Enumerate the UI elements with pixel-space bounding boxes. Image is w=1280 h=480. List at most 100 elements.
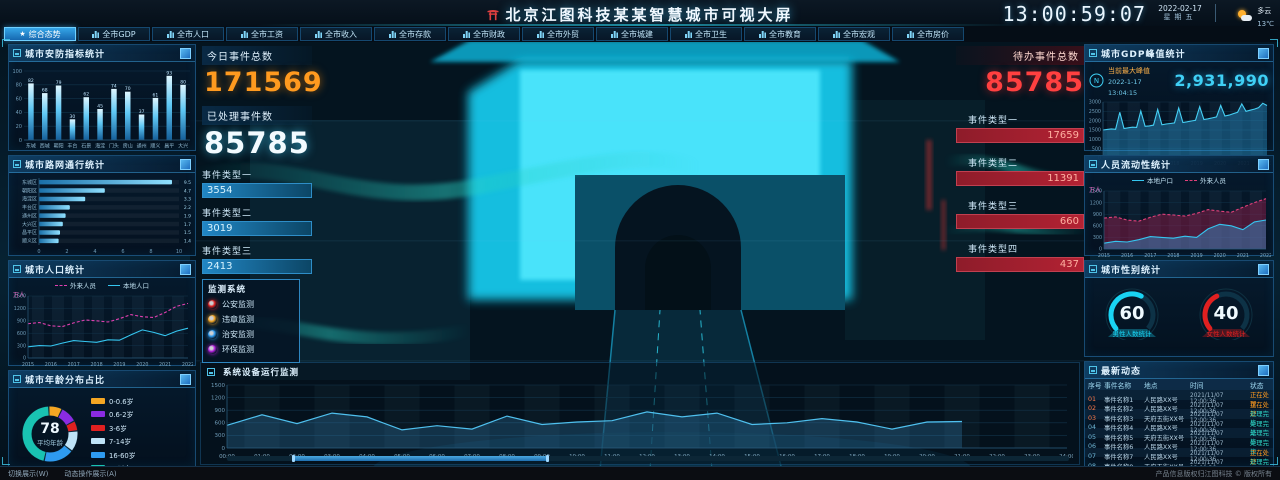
news-col-header: 状态 xyxy=(1250,381,1264,390)
copyright-text: 产品信息版权归江图科技 © 版权所有 xyxy=(1155,469,1272,478)
tab-label: 全市房价 xyxy=(917,29,949,39)
svg-text:2021: 2021 xyxy=(159,362,171,368)
svg-text:海淀: 海淀 xyxy=(95,143,105,150)
nav-tab-12[interactable]: 全市宏观 xyxy=(818,27,890,41)
chart-range-slider[interactable] xyxy=(227,455,1069,462)
svg-text:2: 2 xyxy=(65,249,68,255)
event-type-bar: 3554 xyxy=(202,183,312,198)
tab-label: 全市存款 xyxy=(399,29,431,39)
svg-text:通州区: 通州区 xyxy=(22,212,37,219)
tab-label: 全市工资 xyxy=(251,29,283,39)
svg-text:4.7: 4.7 xyxy=(184,188,191,194)
expand-icon[interactable] xyxy=(180,263,191,275)
svg-text:石景: 石景 xyxy=(81,143,91,150)
age-legend-item: 7-14岁 xyxy=(91,436,191,446)
legend-item: 外来人员 xyxy=(55,280,96,290)
svg-text:300: 300 xyxy=(1093,235,1102,241)
news-no: 02 xyxy=(1088,405,1097,413)
nav-tab-8[interactable]: 全市外贸 xyxy=(522,27,594,41)
svg-text:82: 82 xyxy=(28,78,34,84)
nav-tab-13[interactable]: 全市房价 xyxy=(892,27,964,41)
legend-label: 0.6-2岁 xyxy=(109,411,134,419)
svg-text:68: 68 xyxy=(42,88,48,94)
svg-text:300: 300 xyxy=(215,433,226,439)
gender-stats-panel: 城市性别统计 60 男性人数统计 40 女性人数统计 xyxy=(1084,260,1274,357)
panel-title: 城市GDP峰值统计 xyxy=(1101,49,1186,60)
gender-gauge: 60 男性人数统计 xyxy=(1090,282,1174,342)
nav-tab-10[interactable]: 全市卫生 xyxy=(670,27,742,41)
footer-bar: 切换展示(W) 动态操作展示(A) 产品信息版权归江图科技 © 版权所有 xyxy=(0,466,1280,480)
news-no: 06 xyxy=(1088,443,1097,451)
expand-icon[interactable] xyxy=(180,158,191,170)
event-type-label: 事件类型二 xyxy=(968,159,1019,169)
svg-text:0: 0 xyxy=(23,356,26,362)
svg-text:2018: 2018 xyxy=(1167,253,1179,259)
expand-icon[interactable] xyxy=(1258,158,1269,170)
tab-label: 全市收入 xyxy=(325,29,357,39)
nav-tab-1[interactable]: ★ 综合态势 xyxy=(4,27,76,41)
pending-total-value: 85785 xyxy=(985,67,1084,98)
news-place: 人民路XX号 xyxy=(1144,444,1178,452)
expand-icon[interactable] xyxy=(1258,47,1269,59)
svg-text:0: 0 xyxy=(1099,247,1102,253)
news-col-header: 时间 xyxy=(1190,381,1204,390)
news-place: 人民路XX号 xyxy=(1144,425,1178,433)
svg-text:79: 79 xyxy=(56,80,62,86)
event-type-bar: 3019 xyxy=(202,221,312,236)
event-type-item: 事件类型一 17659 xyxy=(956,113,1084,143)
legend-item: 本地户口 xyxy=(1132,175,1173,185)
svg-text:通州: 通州 xyxy=(137,143,147,150)
news-place: 人民路XX号 xyxy=(1144,454,1178,462)
legend-label: 16-60岁 xyxy=(109,451,136,460)
news-name: 事件名称4 xyxy=(1104,425,1134,433)
device-line-chart: 03006009001200150000:0001:0002:0003:0004… xyxy=(201,378,1079,464)
nav-tab-5[interactable]: 全市收入 xyxy=(300,27,372,41)
date-box: 2022-02-17 星期五 xyxy=(1152,4,1208,22)
age-legend-item: 3-6岁 xyxy=(91,423,191,433)
nav-tab-4[interactable]: 全市工资 xyxy=(226,27,298,41)
news-place: 天府五街XX号 xyxy=(1144,415,1185,423)
mini-chart-icon xyxy=(907,30,914,38)
news-col-header: 序号 xyxy=(1088,381,1102,390)
nav-tab-6[interactable]: 全市存款 xyxy=(374,27,446,41)
corner-marker xyxy=(2,39,10,47)
device-monitor-panel: 系统设备运行监测 03006009001200150000:0001:0002:… xyxy=(200,362,1080,465)
monitor-title: 监测系统 xyxy=(208,285,247,295)
legend-item: 本地人口 xyxy=(108,280,149,290)
svg-text:西城: 西城 xyxy=(40,143,50,150)
title-text: 北京江图科技某某智慧城市可视大屏 xyxy=(505,6,794,24)
torii-logo-icon xyxy=(487,10,499,21)
processed-label: 已处理事件数 xyxy=(202,106,312,125)
expand-icon[interactable] xyxy=(180,47,191,59)
mini-chart-icon xyxy=(167,30,174,38)
slider-selected-range[interactable] xyxy=(292,455,549,462)
axis-unit-label: 万人 xyxy=(13,292,26,299)
nav-tab-11[interactable]: 全市教育 xyxy=(744,27,816,41)
today-total-value: 171569 xyxy=(204,67,323,98)
nav-tab-7[interactable]: 全市财政 xyxy=(448,27,520,41)
svg-text:2022: 2022 xyxy=(1260,253,1271,259)
tab-label: 全市外贸 xyxy=(547,29,579,39)
svg-text:20: 20 xyxy=(16,124,22,130)
svg-text:4: 4 xyxy=(93,249,96,255)
expand-icon[interactable] xyxy=(1258,364,1269,376)
news-place: 天府五街XX号 xyxy=(1144,434,1185,442)
svg-text:45: 45 xyxy=(97,104,103,110)
expand-icon[interactable] xyxy=(180,373,191,385)
mini-chart-icon xyxy=(537,30,544,38)
peak-label: 当前最大峰值 xyxy=(1108,67,1150,75)
nav-tab-3[interactable]: 全市人口 xyxy=(152,27,224,41)
news-doc-icon xyxy=(1089,366,1097,374)
svg-text:900: 900 xyxy=(17,319,26,325)
svg-text:门头: 门头 xyxy=(109,143,119,150)
legend-label: 3-6岁 xyxy=(109,424,127,433)
expand-icon[interactable] xyxy=(1258,263,1269,275)
gauge-value: 60 xyxy=(1119,303,1145,324)
nav-tab-9[interactable]: 全市城建 xyxy=(596,27,668,41)
svg-text:8: 8 xyxy=(149,249,152,255)
nav-tab-2[interactable]: 全市GDP xyxy=(78,27,150,41)
today-events-stats: 今日事件总数 171569 已处理事件数 85785 事件类型一 3554 事件类型… xyxy=(202,46,323,274)
news-name: 事件名称5 xyxy=(1104,434,1134,442)
monitor-dot-icon xyxy=(208,345,217,354)
news-row[interactable]: 01 事件名称1 人民路XX号 2021/11/07 12:00:36 正在处理 xyxy=(1085,390,1273,408)
